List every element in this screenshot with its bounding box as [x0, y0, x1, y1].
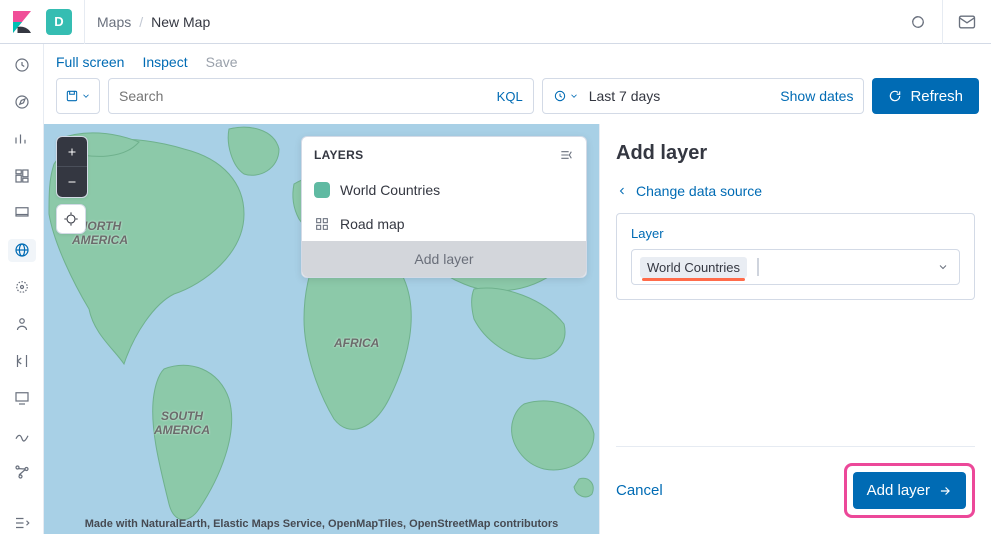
add-layer-label: Add layer	[867, 482, 930, 499]
divider	[942, 0, 943, 44]
panel-title: Add layer	[616, 142, 975, 165]
chevron-down-icon[interactable]	[937, 261, 949, 273]
breadcrumb-root[interactable]: Maps	[97, 14, 131, 30]
nav-maps-icon[interactable]	[8, 239, 36, 262]
road-map-icon	[314, 216, 330, 232]
highlight-annotation: Add layer	[844, 463, 975, 518]
change-data-source-link[interactable]: Change data source	[616, 183, 975, 199]
query-bar: KQL Last 7 days Show dates Refresh	[44, 70, 991, 124]
nav-apm-icon[interactable]	[8, 386, 36, 409]
search-input-wrapper[interactable]: KQL	[108, 78, 534, 114]
crosshair-icon	[63, 211, 79, 227]
top-bar: D Maps / New Map	[0, 0, 991, 44]
layer-item-road-map[interactable]: Road map	[302, 207, 586, 241]
avatar-initial: D	[54, 14, 63, 29]
layer-form: Layer World Countries	[616, 213, 975, 300]
nav-canvas-icon[interactable]	[8, 202, 36, 225]
layer-combobox[interactable]: World Countries	[631, 249, 960, 285]
nav-dashboard-icon[interactable]	[8, 165, 36, 188]
plus-icon	[66, 146, 78, 158]
text-cursor	[757, 258, 759, 276]
inspect-link[interactable]: Inspect	[142, 54, 187, 70]
layer-label: World Countries	[340, 182, 440, 198]
search-input[interactable]	[119, 88, 497, 104]
kibana-logo-icon[interactable]	[12, 11, 34, 33]
kql-toggle[interactable]: KQL	[497, 89, 523, 104]
map-canvas[interactable]: NORTH AMERICA SOUTH AMERICA AFRICA LAYER…	[44, 124, 599, 534]
layer-chip[interactable]: World Countries	[640, 257, 747, 278]
nav-logs-icon[interactable]	[8, 349, 36, 372]
cancel-button[interactable]: Cancel	[616, 482, 663, 499]
layer-label: Road map	[340, 216, 405, 232]
map-label-africa: AFRICA	[334, 336, 379, 350]
collapse-layers-icon[interactable]	[558, 147, 574, 163]
divider	[84, 0, 85, 44]
layers-title: LAYERS	[314, 148, 363, 162]
panel-footer: Cancel Add layer	[616, 446, 975, 534]
refresh-button[interactable]: Refresh	[872, 78, 979, 114]
newsfeed-icon[interactable]	[906, 10, 930, 34]
map-controls	[56, 136, 88, 234]
nav-collapse-icon[interactable]	[8, 511, 36, 534]
nav-uptime-icon[interactable]	[8, 423, 36, 446]
refresh-label: Refresh	[910, 88, 963, 105]
save-icon	[65, 89, 79, 103]
mail-icon[interactable]	[955, 10, 979, 34]
map-label-south-america: SOUTH AMERICA	[154, 409, 210, 437]
minus-icon	[66, 176, 78, 188]
show-dates-link[interactable]: Show dates	[780, 88, 853, 104]
nav-visualize-icon[interactable]	[8, 128, 36, 151]
zoom-controls	[56, 136, 88, 198]
nav-ml-icon[interactable]	[8, 276, 36, 299]
layer-item-world-countries[interactable]: World Countries	[302, 173, 586, 207]
layers-add-button[interactable]: Add layer	[302, 241, 586, 277]
saved-query-button[interactable]	[56, 78, 100, 114]
nav-recently-viewed-icon[interactable]	[8, 54, 36, 77]
time-range-label: Last 7 days	[589, 88, 661, 104]
change-data-source-label: Change data source	[636, 183, 762, 199]
breadcrumb: Maps / New Map	[97, 14, 210, 30]
fit-to-data-button[interactable]	[56, 204, 86, 234]
layer-field-label: Layer	[631, 226, 960, 241]
save-link: Save	[206, 54, 238, 70]
layer-swatch-icon	[314, 182, 330, 198]
chevron-down-icon	[81, 91, 91, 101]
zoom-in-button[interactable]	[57, 137, 87, 167]
layers-panel: LAYERS World Countries Road map Add laye…	[301, 136, 587, 278]
add-layer-panel: Add layer Change data source Layer World…	[599, 124, 991, 534]
add-layer-button[interactable]: Add layer	[853, 472, 966, 509]
refresh-icon	[888, 89, 902, 103]
nav-infrastructure-icon[interactable]	[8, 312, 36, 335]
breadcrumb-separator: /	[139, 14, 143, 30]
nav-discover-icon[interactable]	[8, 91, 36, 114]
menu-bar: Full screen Inspect Save	[44, 44, 991, 70]
map-attribution: Made with NaturalEarth, Elastic Maps Ser…	[44, 518, 599, 530]
avatar[interactable]: D	[46, 9, 72, 35]
nav-graph-icon[interactable]	[8, 460, 36, 483]
chevron-left-icon	[616, 185, 628, 197]
full-screen-link[interactable]: Full screen	[56, 54, 124, 70]
arrow-right-icon	[938, 484, 952, 498]
zoom-out-button[interactable]	[57, 167, 87, 197]
calendar-icon	[553, 89, 567, 103]
breadcrumb-current: New Map	[151, 14, 210, 30]
side-nav	[0, 44, 44, 534]
time-picker[interactable]: Last 7 days Show dates	[542, 78, 865, 114]
chevron-down-icon	[569, 91, 579, 101]
quick-select-button[interactable]	[553, 89, 579, 103]
